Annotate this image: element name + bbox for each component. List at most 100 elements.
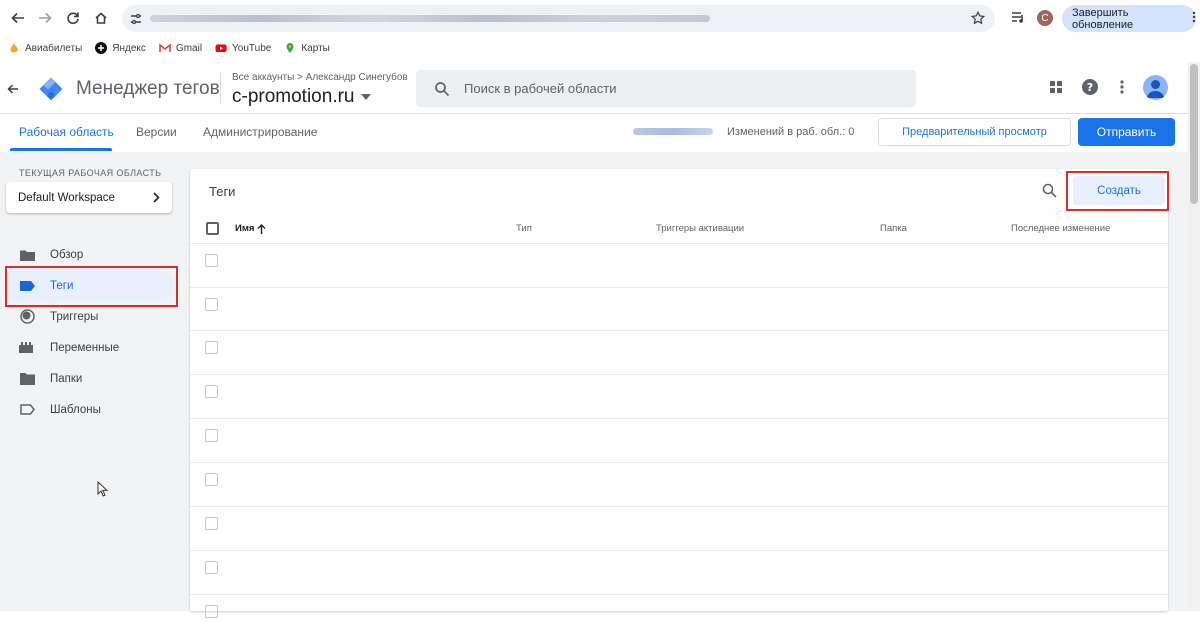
- back-arrow-icon[interactable]: [7, 82, 19, 100]
- row-checkbox[interactable]: [205, 429, 218, 442]
- row-checkbox[interactable]: [205, 341, 218, 354]
- more-vert-icon: [1192, 11, 1196, 26]
- workspace-label: ТЕКУЩАЯ РАБОЧАЯ ОБЛАСТЬ: [19, 168, 162, 178]
- container-name: c-promotion.ru: [232, 86, 355, 107]
- table-row[interactable]: [190, 330, 1168, 374]
- bookmark-aviabilety[interactable]: Авиабилеты: [8, 42, 82, 54]
- tags-card: Теги Создать Имя Тип Триггеры активации …: [190, 169, 1169, 618]
- table-row[interactable]: [190, 594, 1168, 638]
- account-avatar[interactable]: [1143, 75, 1168, 100]
- more-vert-icon[interactable]: [1120, 80, 1124, 99]
- row-checkbox[interactable]: [205, 561, 218, 574]
- row-checkbox[interactable]: [205, 254, 218, 267]
- profile-avatar[interactable]: С: [1037, 10, 1053, 26]
- bookmark-gmail[interactable]: Gmail: [159, 42, 202, 54]
- apps-grid-icon[interactable]: [1049, 80, 1063, 99]
- highlight-box-tags: [5, 266, 178, 307]
- workspace-search-input[interactable]: Поиск в рабочей области: [416, 70, 916, 107]
- sidebar: ТЕКУЩАЯ РАБОЧАЯ ОБЛАСТЬ Default Workspac…: [0, 152, 190, 611]
- bookmark-label: YouTube: [232, 42, 272, 54]
- workspace-name-blurred: [633, 128, 713, 135]
- bookmark-star-icon[interactable]: [970, 10, 986, 30]
- folder-icon: [19, 247, 35, 263]
- sidebar-item-label: Триггеры: [50, 310, 99, 323]
- bookmarks-bar: Авиабилеты Яндекс Gmail YouTube Карты: [0, 37, 1200, 59]
- sidebar-item-label: Шаблоны: [50, 403, 101, 416]
- page-scrollbar[interactable]: [1188, 62, 1200, 611]
- scrollbar-thumb[interactable]: [1190, 64, 1198, 204]
- workspace-selector[interactable]: Default Workspace: [6, 182, 172, 213]
- table-row[interactable]: [190, 462, 1168, 506]
- home-icon[interactable]: [91, 8, 111, 28]
- address-bar[interactable]: [122, 5, 995, 32]
- breadcrumb[interactable]: Все аккаунты > Александр Синегубов: [232, 72, 408, 83]
- browser-toolbar: С Завершить обновление: [0, 0, 1200, 37]
- folder-icon: [19, 371, 35, 387]
- bookmark-maps[interactable]: Карты: [284, 42, 330, 54]
- main-content: Теги Создать Имя Тип Триггеры активации …: [190, 152, 1188, 618]
- url-text-blurred: [150, 15, 710, 22]
- dropdown-arrow-icon: [360, 94, 371, 100]
- column-header-last-modified[interactable]: Последнее изменение: [1011, 223, 1110, 234]
- finish-update-button[interactable]: Завершить обновление: [1062, 5, 1196, 32]
- bookmark-youtube[interactable]: YouTube: [215, 42, 271, 54]
- sidebar-item-variables[interactable]: Переменные: [8, 332, 174, 363]
- row-checkbox[interactable]: [205, 385, 218, 398]
- tab-admin[interactable]: Администрирование: [203, 125, 317, 139]
- site-settings-icon[interactable]: [130, 12, 142, 30]
- column-header-folder[interactable]: Папка: [880, 223, 907, 234]
- workspace-name: Default Workspace: [18, 191, 115, 204]
- media-queue-icon[interactable]: [1010, 9, 1026, 30]
- svg-text:?: ?: [1087, 81, 1093, 94]
- bookmark-yandex[interactable]: Яндекс: [95, 42, 146, 54]
- row-checkbox[interactable]: [205, 605, 218, 618]
- row-checkbox[interactable]: [205, 473, 218, 486]
- table-row[interactable]: [190, 287, 1168, 331]
- column-header-triggers[interactable]: Триггеры активации: [656, 223, 744, 234]
- person-icon: [1146, 80, 1165, 98]
- sidebar-item-folders[interactable]: Папки: [8, 363, 174, 394]
- row-checkbox[interactable]: [205, 517, 218, 530]
- table-row[interactable]: [190, 418, 1168, 462]
- row-checkbox[interactable]: [205, 298, 218, 311]
- flame-icon: [10, 43, 18, 53]
- finish-update-label: Завершить обновление: [1072, 6, 1134, 31]
- table-row[interactable]: [190, 506, 1168, 550]
- bookmark-label: Яндекс: [112, 42, 146, 54]
- search-placeholder: Поиск в рабочей области: [464, 81, 617, 96]
- bookmark-label: Gmail: [175, 42, 203, 54]
- forward-icon[interactable]: [35, 8, 55, 28]
- select-all-checkbox[interactable]: [206, 222, 219, 235]
- submit-button[interactable]: Отправить: [1078, 118, 1175, 146]
- card-title: Теги: [209, 184, 236, 199]
- sidebar-item-templates[interactable]: Шаблоны: [8, 394, 174, 425]
- tab-workspace[interactable]: Рабочая область: [19, 125, 114, 139]
- bookmark-label: Карты: [301, 42, 330, 54]
- maps-icon: [286, 43, 294, 53]
- header-divider: [220, 72, 221, 104]
- tab-versions[interactable]: Версии: [136, 125, 177, 139]
- workspace-tabs: Рабочая область Версии Администрирование…: [0, 114, 1188, 152]
- gtm-header: Менеджер тегов Все аккаунты > Александр …: [0, 62, 1188, 114]
- table-row[interactable]: [190, 550, 1168, 594]
- table-row[interactable]: [190, 374, 1168, 418]
- sidebar-item-label: Обзор: [50, 248, 84, 261]
- preview-button[interactable]: Предварительный просмотр: [878, 118, 1071, 146]
- reload-icon[interactable]: [63, 8, 83, 28]
- container-selector[interactable]: c-promotion.ru: [232, 86, 371, 108]
- sidebar-item-label: Переменные: [50, 341, 120, 354]
- column-header-label: Имя: [235, 223, 255, 234]
- help-icon[interactable]: ?: [1082, 79, 1098, 100]
- product-title[interactable]: Менеджер тегов: [76, 78, 220, 100]
- table-row[interactable]: [190, 243, 1168, 287]
- search-icon: [435, 81, 450, 96]
- highlight-box-create: [1066, 171, 1169, 211]
- column-header-type[interactable]: Тип: [516, 223, 532, 234]
- back-icon[interactable]: [8, 8, 28, 28]
- search-icon[interactable]: [1042, 183, 1057, 203]
- template-icon: [19, 402, 35, 418]
- sidebar-item-label: Папки: [50, 372, 83, 385]
- changes-count: Изменений в раб. обл.: 0: [727, 126, 855, 138]
- plus-circle-icon: [95, 42, 108, 54]
- column-header-name[interactable]: Имя: [235, 223, 266, 234]
